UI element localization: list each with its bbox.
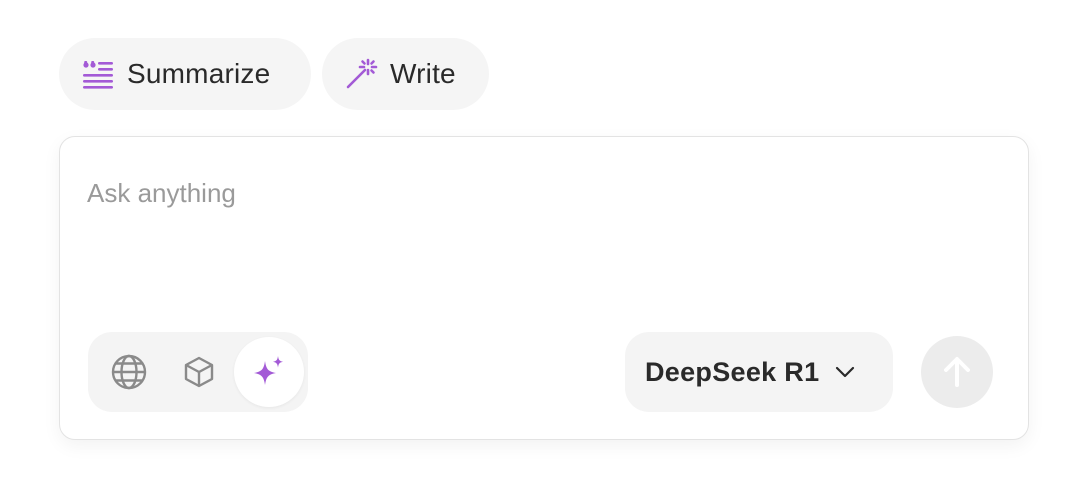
web-search-toggle[interactable] bbox=[94, 337, 164, 407]
write-chip-button[interactable]: Write bbox=[322, 38, 489, 110]
prompt-input[interactable] bbox=[87, 173, 987, 213]
model-selector-dropdown[interactable]: DeepSeek R1 bbox=[625, 332, 893, 412]
composer-box: DeepSeek R1 bbox=[59, 136, 1029, 440]
summarize-chip-button[interactable]: Summarize bbox=[59, 38, 311, 110]
deep-research-toggle[interactable] bbox=[164, 337, 234, 407]
magic-wand-icon bbox=[344, 57, 378, 91]
send-button[interactable] bbox=[921, 336, 993, 408]
mode-toggle-group bbox=[88, 332, 308, 412]
arrow-up-icon bbox=[940, 355, 974, 389]
write-chip-label: Write bbox=[390, 58, 456, 89]
globe-icon bbox=[110, 353, 148, 391]
model-selector-label: DeepSeek R1 bbox=[645, 356, 820, 387]
quote-lines-icon bbox=[81, 57, 115, 91]
sparkle-icon bbox=[251, 354, 287, 390]
cube-icon bbox=[182, 355, 216, 389]
chat-composer-area: Summarize Write Ask anything DeepSeek R1 bbox=[0, 0, 1080, 484]
chevron-down-icon bbox=[833, 360, 857, 384]
summarize-chip-label: Summarize bbox=[127, 58, 271, 89]
reasoning-toggle[interactable] bbox=[234, 337, 304, 407]
